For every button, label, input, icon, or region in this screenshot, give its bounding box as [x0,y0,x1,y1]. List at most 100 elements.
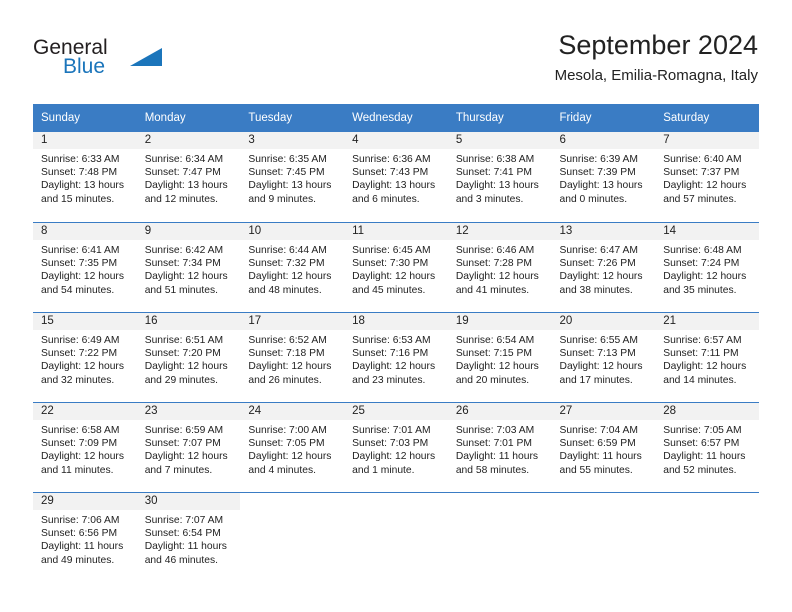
sunrise-time: Sunrise: 7:07 AM [144,515,224,526]
sunrise-time: Sunrise: 6:47 AM [559,245,638,256]
calendar-day[interactable]: 9 Sunrise: 6:42 AM Sunset: 7:34 PM Daylight… [136,222,241,312]
calendar-day[interactable]: 18 Sunrise: 6:53 AM Sunset: 7:16 PM Dayligh… [344,312,448,402]
calendar-cell: 14 Sunrise: 6:48 AM Sunset: 7:24 PM Dayligh… [655,222,759,312]
calendar-cell: 22 Sunrise: 6:58 AM Sunset: 7:09 PM Dayligh… [33,402,137,492]
calendar-day[interactable]: 1 Sunrise: 6:33 AM Sunset: 7:48 PM Daylight… [33,132,137,222]
sunset-time: Sunset: 7:09 PM [41,438,118,450]
calendar-day[interactable]: 4 Sunrise: 6:36 AM Sunset: 7:43 PM Daylight… [344,132,448,222]
calendar-day[interactable]: 6 Sunrise: 6:39 AM Sunset: 7:39 PM Daylight… [551,132,656,222]
day-number: 17 [240,313,345,330]
calendar-cell: 21 Sunrise: 6:57 AM Sunset: 7:11 PM Dayligh… [655,312,759,402]
calendar-day[interactable]: 16 Sunrise: 6:51 AM Sunset: 7:20 PM Dayligh… [136,312,241,402]
day-number: 3 [240,132,345,149]
sunrise-time: Sunrise: 6:34 AM [144,154,224,165]
sunrise-time: Sunrise: 7:06 AM [41,515,120,526]
calendar-day[interactable]: 23 Sunrise: 6:59 AM Sunset: 7:07 PM Dayligh… [136,402,241,492]
calendar-week-row: 22 Sunrise: 6:58 AM Sunset: 7:09 PM Dayligh… [33,402,759,492]
day-number: 1 [33,132,137,149]
sunrise-time: Sunrise: 6:53 AM [352,335,431,346]
weekday-header-saturday: Saturday [655,104,759,132]
day-details: Sunrise: 6:41 AM Sunset: 7:35 PM Daylight:… [33,240,137,297]
calendar-day[interactable]: 24 Sunrise: 7:00 AM Sunset: 7:05 PM Dayligh… [240,402,345,492]
day-details: Sunrise: 6:55 AM Sunset: 7:13 PM Daylight:… [552,330,656,387]
day-number: 9 [136,223,241,240]
calendar-day[interactable]: 27 Sunrise: 7:04 AM Sunset: 6:59 PM Dayligh… [551,402,656,492]
calendar-page: General Blue September 2024 Mesola, Emil… [0,0,792,612]
day-number: 12 [447,223,552,240]
general-blue-logo[interactable]: General Blue [33,36,213,86]
calendar-cell: 5 Sunrise: 6:38 AM Sunset: 7:41 PM Daylight… [447,132,552,222]
calendar-day-empty [551,492,656,582]
day-details: Sunrise: 7:00 AM Sunset: 7:05 PM Daylight:… [240,420,344,477]
day-number: 6 [551,132,656,149]
calendar-day[interactable]: 17 Sunrise: 6:52 AM Sunset: 7:18 PM Dayligh… [240,312,345,402]
calendar-day[interactable]: 25 Sunrise: 7:01 AM Sunset: 7:03 PM Dayligh… [344,402,448,492]
calendar-day[interactable]: 19 Sunrise: 6:54 AM Sunset: 7:15 PM Dayligh… [447,312,552,402]
calendar-header-row: Sunday Monday Tuesday Wednesday Thursday… [33,104,759,132]
calendar-day[interactable]: 12 Sunrise: 6:46 AM Sunset: 7:28 PM Dayligh… [447,222,552,312]
day-number [344,493,448,510]
calendar-day[interactable]: 28 Sunrise: 7:05 AM Sunset: 6:57 PM Dayligh… [655,402,759,492]
day-number: 18 [344,313,448,330]
daylight-duration: Daylight: 12 hours and 41 minutes. [455,271,539,296]
daylight-duration: Daylight: 12 hours and 1 minute. [352,451,436,476]
day-details: Sunrise: 6:48 AM Sunset: 7:24 PM Daylight:… [655,240,759,297]
calendar-day[interactable]: 14 Sunrise: 6:48 AM Sunset: 7:24 PM Dayligh… [655,222,759,312]
calendar-cell: 18 Sunrise: 6:53 AM Sunset: 7:16 PM Dayligh… [344,312,448,402]
sunset-time: Sunset: 7:03 PM [352,438,429,450]
sunset-time: Sunset: 7:34 PM [144,258,221,270]
day-number: 8 [33,223,137,240]
calendar-cell [655,492,759,582]
calendar-day[interactable]: 30 Sunrise: 7:07 AM Sunset: 6:54 PM Dayligh… [136,492,241,582]
day-details: Sunrise: 6:40 AM Sunset: 7:37 PM Daylight:… [655,149,759,206]
calendar-week-row: 1 Sunrise: 6:33 AM Sunset: 7:48 PM Daylight… [33,132,759,222]
calendar-day[interactable]: 7 Sunrise: 6:40 AM Sunset: 7:37 PM Daylight… [655,132,759,222]
sunset-time: Sunset: 6:54 PM [144,528,221,540]
day-details: Sunrise: 7:07 AM Sunset: 6:54 PM Daylight:… [137,510,241,567]
day-details: Sunrise: 6:58 AM Sunset: 7:09 PM Daylight:… [33,420,137,477]
sunset-time: Sunset: 7:26 PM [559,258,636,270]
calendar-day-empty [447,492,552,582]
calendar-day[interactable]: 15 Sunrise: 6:49 AM Sunset: 7:22 PM Dayligh… [33,312,137,402]
day-details: Sunrise: 6:53 AM Sunset: 7:16 PM Daylight:… [344,330,448,387]
day-number: 21 [655,313,759,330]
calendar-day[interactable]: 2 Sunrise: 6:34 AM Sunset: 7:47 PM Daylight… [136,132,241,222]
calendar-day[interactable]: 29 Sunrise: 7:06 AM Sunset: 6:56 PM Dayligh… [33,492,137,582]
calendar-day[interactable]: 8 Sunrise: 6:41 AM Sunset: 7:35 PM Daylight… [33,222,137,312]
day-number: 14 [655,223,759,240]
daylight-duration: Daylight: 12 hours and 4 minutes. [248,451,332,476]
calendar-cell: 24 Sunrise: 7:00 AM Sunset: 7:05 PM Dayligh… [240,402,345,492]
day-number: 19 [447,313,552,330]
calendar-day[interactable]: 20 Sunrise: 6:55 AM Sunset: 7:13 PM Dayligh… [551,312,656,402]
calendar-day[interactable]: 22 Sunrise: 6:58 AM Sunset: 7:09 PM Dayligh… [33,402,137,492]
sunset-time: Sunset: 7:48 PM [41,167,118,179]
daylight-duration: Daylight: 12 hours and 20 minutes. [455,361,539,386]
weekday-header-tuesday: Tuesday [240,104,345,132]
daylight-duration: Daylight: 12 hours and 57 minutes. [663,180,747,205]
sunrise-time: Sunrise: 6:52 AM [248,335,327,346]
calendar-cell: 30 Sunrise: 7:07 AM Sunset: 6:54 PM Dayligh… [136,492,241,582]
calendar-day[interactable]: 5 Sunrise: 6:38 AM Sunset: 7:41 PM Daylight… [447,132,552,222]
calendar-day[interactable]: 3 Sunrise: 6:35 AM Sunset: 7:45 PM Daylight… [240,132,345,222]
page-title: September 2024 [558,30,758,60]
calendar-cell: 9 Sunrise: 6:42 AM Sunset: 7:34 PM Daylight… [136,222,241,312]
sunset-time: Sunset: 7:39 PM [559,167,636,179]
day-details: Sunrise: 6:59 AM Sunset: 7:07 PM Daylight:… [137,420,241,477]
calendar-day[interactable]: 11 Sunrise: 6:45 AM Sunset: 7:30 PM Dayligh… [344,222,448,312]
sunset-time: Sunset: 7:01 PM [455,438,532,450]
calendar-day[interactable]: 21 Sunrise: 6:57 AM Sunset: 7:11 PM Dayligh… [655,312,759,402]
sunrise-time: Sunrise: 7:00 AM [248,425,327,436]
calendar-cell: 8 Sunrise: 6:41 AM Sunset: 7:35 PM Daylight… [33,222,137,312]
calendar-day[interactable]: 10 Sunrise: 6:44 AM Sunset: 7:32 PM Dayligh… [240,222,345,312]
day-number: 23 [136,403,241,420]
calendar-day[interactable]: 26 Sunrise: 7:03 AM Sunset: 7:01 PM Dayligh… [447,402,552,492]
calendar-cell: 2 Sunrise: 6:34 AM Sunset: 7:47 PM Daylight… [136,132,241,222]
sunrise-time: Sunrise: 6:35 AM [248,154,327,165]
day-details: Sunrise: 6:39 AM Sunset: 7:39 PM Daylight:… [552,149,656,206]
daylight-duration: Daylight: 12 hours and 29 minutes. [144,361,228,386]
sunrise-time: Sunrise: 7:05 AM [663,425,742,436]
day-details: Sunrise: 6:46 AM Sunset: 7:28 PM Daylight:… [448,240,552,297]
calendar-day[interactable]: 13 Sunrise: 6:47 AM Sunset: 7:26 PM Dayligh… [551,222,656,312]
weekday-header-wednesday: Wednesday [344,104,448,132]
sunset-time: Sunset: 7:30 PM [352,258,429,270]
